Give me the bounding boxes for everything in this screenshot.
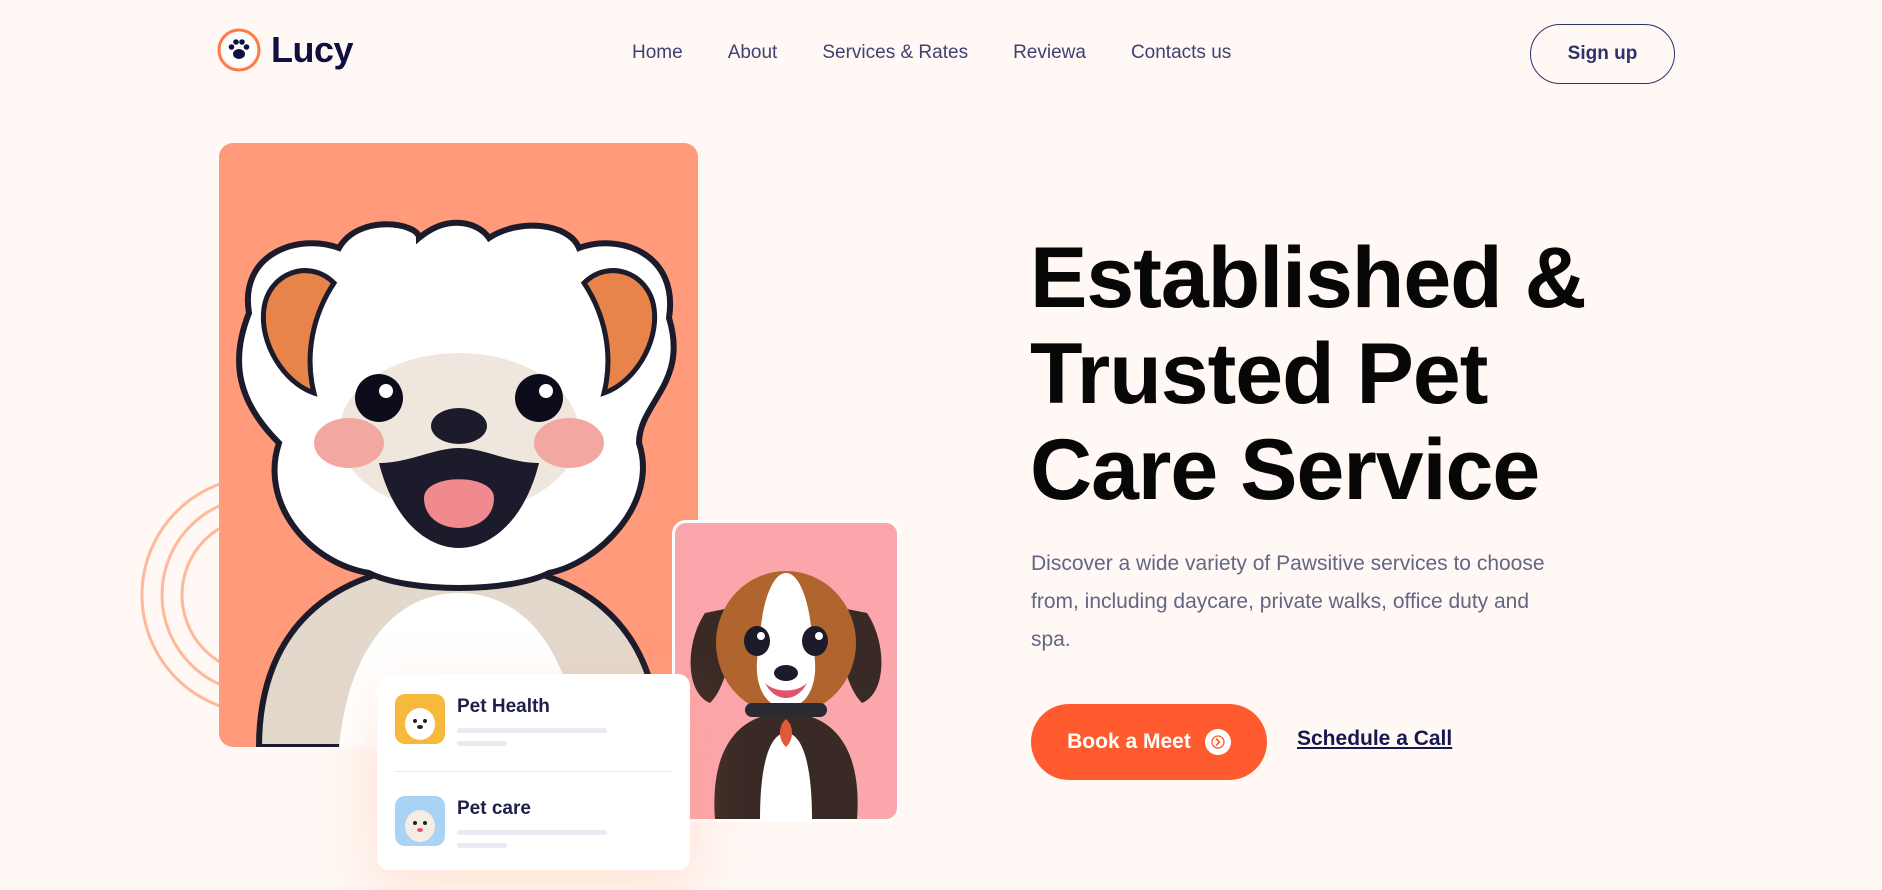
- headline-line-2: Trusted Pet: [1030, 326, 1488, 422]
- nav-reviews[interactable]: Reviewa: [1013, 42, 1086, 64]
- paw-icon: [217, 28, 261, 72]
- signup-button[interactable]: Sign up: [1530, 24, 1675, 84]
- secondary-dog-illustration: [672, 520, 900, 822]
- top-navigation: Lucy Home About Services & Rates Reviewa…: [0, 0, 1882, 110]
- brand-logo[interactable]: Lucy: [217, 28, 354, 72]
- white-puppy-image: [236, 219, 677, 747]
- book-a-meet-label: Book a Meet: [1067, 730, 1191, 753]
- placeholder-line: [457, 830, 607, 835]
- brown-puppy-image: [690, 571, 882, 819]
- main-menu: Home About Services & Rates Reviewa Cont…: [632, 42, 1231, 64]
- services-summary-card: Pet Health Pet care: [377, 674, 690, 870]
- nav-contacts[interactable]: Contacts us: [1131, 42, 1231, 64]
- nav-about[interactable]: About: [728, 42, 778, 64]
- headline-line-3: Care Service: [1030, 422, 1540, 518]
- dog-thumbnail-icon: [395, 694, 445, 744]
- pet-health-title: Pet Health: [457, 696, 550, 717]
- headline-line-1: Established &: [1030, 230, 1587, 326]
- placeholder-line: [457, 741, 507, 746]
- nav-services-rates[interactable]: Services & Rates: [822, 42, 968, 64]
- pet-care-thumbnail: [395, 796, 445, 846]
- service-item-pet-care[interactable]: Pet care: [395, 796, 607, 848]
- book-a-meet-button[interactable]: Book a Meet: [1031, 704, 1267, 780]
- pet-care-text: Pet care: [457, 796, 607, 848]
- hero-description: Discover a wide variety of Pawsitive ser…: [1031, 552, 1545, 651]
- chevron-right-icon: [1204, 729, 1231, 755]
- pet-care-title: Pet care: [457, 798, 531, 819]
- nav-home[interactable]: Home: [632, 42, 683, 64]
- dog-thumbnail-icon: [395, 796, 445, 846]
- divider: [395, 771, 672, 772]
- pet-health-thumbnail: [395, 694, 445, 744]
- placeholder-line: [457, 843, 507, 848]
- pet-health-text: Pet Health: [457, 694, 607, 746]
- service-item-pet-health[interactable]: Pet Health: [395, 694, 607, 746]
- brand-name: Lucy: [271, 29, 354, 70]
- hero-dog-illustration: [219, 143, 698, 747]
- decorative-stripes: [707, 335, 749, 450]
- placeholder-line: [457, 728, 607, 733]
- schedule-call-link[interactable]: Schedule a Call: [1297, 727, 1452, 751]
- hero-headline: Established & Trusted Pet Care Service: [1030, 230, 1730, 518]
